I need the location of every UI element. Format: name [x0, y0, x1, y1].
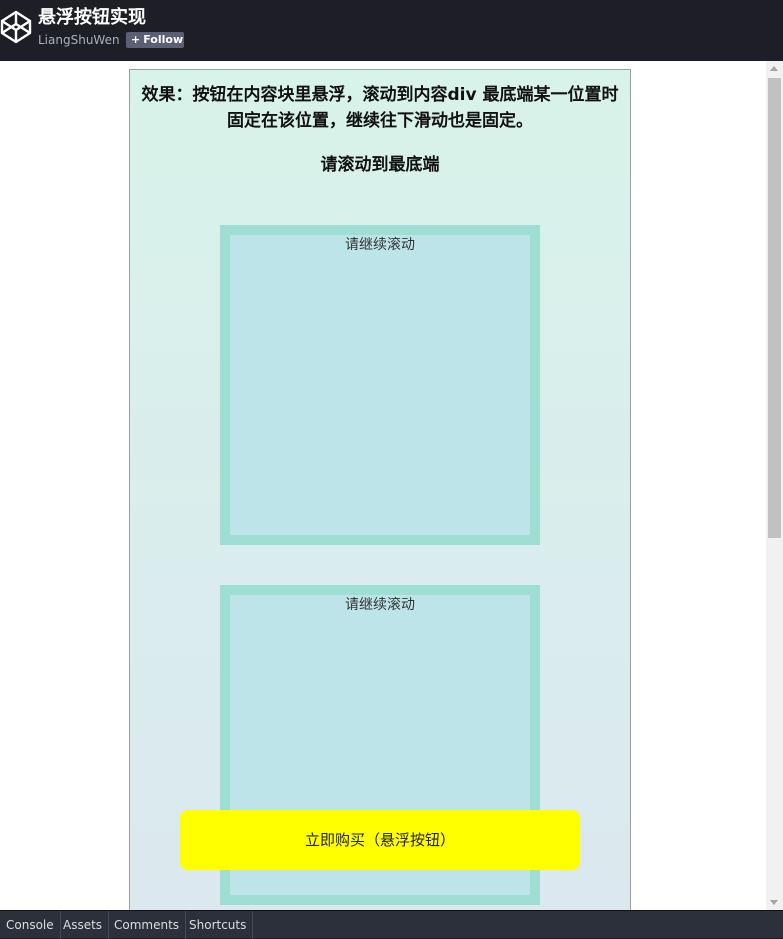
console-tab[interactable]: Console — [0, 911, 61, 939]
block-label: 请继续滚动 — [345, 237, 415, 253]
buy-now-floating-button[interactable]: 立即购买（悬浮按钮） — [180, 810, 580, 870]
effect-description: 效果：按钮在内容块里悬浮，滚动到内容div 最底端某一位置时固定在该位置，继续往… — [141, 85, 619, 131]
shortcuts-tab[interactable]: Shortcuts — [183, 911, 254, 939]
pen-header: 悬浮按钮实现 LiangShuWen + Follow — [0, 0, 783, 61]
plus-icon: + — [131, 33, 141, 46]
scroll-down-arrow-icon[interactable] — [770, 900, 778, 905]
scrollbar-thumb[interactable] — [768, 78, 781, 538]
comments-tab[interactable]: Comments — [108, 911, 187, 939]
pen-title: 悬浮按钮实现 — [38, 7, 146, 28]
scroll-instruction: 请滚动到最底端 — [320, 155, 440, 175]
author-link[interactable]: LiangShuWen — [38, 32, 120, 48]
assets-tab[interactable]: Assets — [57, 911, 110, 939]
preview-frame[interactable]: 效果：按钮在内容块里悬浮，滚动到内容div 最底端某一位置时固定在该位置，继续往… — [0, 61, 783, 910]
scroll-up-arrow-icon[interactable] — [770, 66, 778, 71]
codepen-logo-icon[interactable] — [0, 10, 32, 44]
content-block-1: 请继续滚动 — [220, 225, 540, 545]
follow-label: Follow — [143, 33, 184, 46]
block-label: 请继续滚动 — [345, 597, 415, 613]
content-box: 效果：按钮在内容块里悬浮，滚动到内容div 最底端某一位置时固定在该位置，继续往… — [129, 69, 631, 910]
vertical-scrollbar[interactable] — [766, 61, 783, 910]
follow-button[interactable]: + Follow — [126, 32, 184, 48]
bottom-toolbar: Console Assets Comments Shortcuts — [0, 910, 783, 939]
